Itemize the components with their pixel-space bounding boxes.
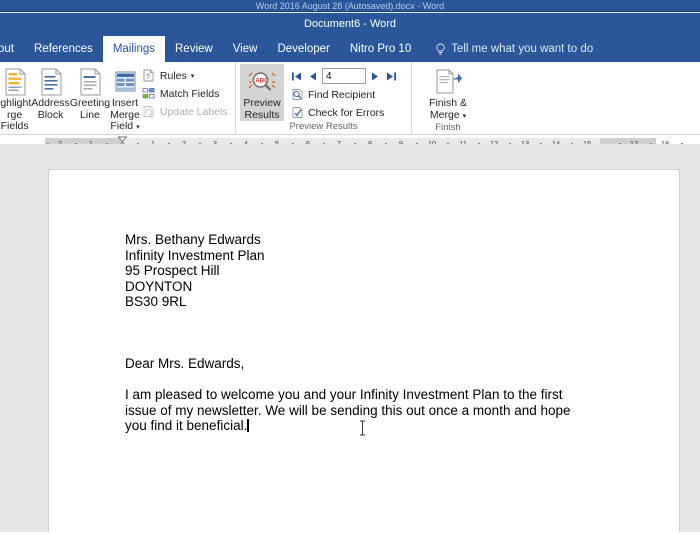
address-line-2: Infinity Investment Plan <box>125 247 265 263</box>
ribbon-group-finish: Finish & Merge ▾ Finish <box>412 62 484 134</box>
highlight-merge-fields-button[interactable]: ighlight rge Fields <box>0 64 31 133</box>
window-titlebar[interactable]: Document6 - Word <box>0 13 700 36</box>
rules-icon: ? <box>142 69 156 83</box>
lightbulb-icon <box>435 43 446 56</box>
group-label-preview-results: Preview Results <box>289 121 358 132</box>
find-recipient-button[interactable]: Find Recipient <box>288 86 398 103</box>
background-window-titlebar[interactable]: Word 2016 August 28 (Autosaved).docx - W… <box>0 0 700 12</box>
next-record-button[interactable] <box>369 69 382 83</box>
salutation-line: Dear Mrs. Edwards, <box>125 355 245 371</box>
svg-text:ABC: ABC <box>255 78 269 85</box>
text-caret <box>247 419 249 432</box>
insert-merge-field-button[interactable]: Insert Merge Field ▾ <box>110 64 140 134</box>
check-for-errors-button[interactable]: Check for Errors <box>288 104 398 121</box>
rules-label: Rules <box>159 69 187 82</box>
check-for-errors-icon <box>290 106 304 120</box>
last-record-button[interactable] <box>385 69 398 83</box>
ribbon-group-write-and-insert-fields: ighlight rge Fields Address Block Greeti… <box>0 62 236 145</box>
chevron-down-icon: ▾ <box>136 124 140 131</box>
rules-button[interactable]: ? Rules ▾ <box>140 67 232 84</box>
tab-nitro-pro-10[interactable]: Nitro Pro 10 <box>340 36 421 62</box>
address-line-3: 95 Prospect Hill <box>125 263 220 278</box>
mouse-ibeam-cursor <box>359 420 366 436</box>
tab-developer[interactable]: Developer <box>267 36 339 62</box>
background-window-title: Word 2016 August 28 (Autosaved).docx - W… <box>255 1 445 11</box>
address-line-1: Mrs. Bethany Edwards <box>125 232 261 247</box>
insert-merge-field-label: Insert Merge Field ▾ <box>110 97 140 132</box>
record-navigator <box>288 67 398 85</box>
address-block-icon <box>38 67 64 97</box>
address-block-button[interactable]: Address Block <box>31 64 70 121</box>
preview-results-label: Preview Results <box>243 97 281 121</box>
word-application-window: Word 2016 August 28 (Autosaved).docx - W… <box>0 0 700 545</box>
group-label-finish: Finish <box>435 122 461 133</box>
find-recipient-label: Find Recipient <box>308 88 376 101</box>
body-paragraph-text: I am pleased to welcome you and your Inf… <box>125 387 571 433</box>
ribbon-body: ighlight rge Fields Address Block Greeti… <box>0 62 700 145</box>
tab-mailings[interactable]: Mailings <box>102 36 165 62</box>
finish-and-merge-label: Finish & Merge ▾ <box>429 97 467 121</box>
preview-results-button[interactable]: ABC Preview Results <box>240 64 284 121</box>
update-labels-button: Update Labels <box>140 103 232 120</box>
chevron-down-icon: ▾ <box>190 72 195 80</box>
match-fields-label: Match Fields <box>159 87 220 100</box>
body-paragraph: I am pleased to welcome you and your Inf… <box>125 387 591 434</box>
highlight-merge-fields-label: ighlight rge Fields <box>0 97 32 132</box>
write-insert-small-buttons: ? Rules ▾ Match Fields Update Labels <box>140 64 232 120</box>
greeting-line-button[interactable]: Greeting Line <box>70 64 110 121</box>
previous-record-button[interactable] <box>306 69 319 83</box>
insert-merge-field-icon <box>112 67 138 97</box>
ribbon-group-preview-results: ABC Preview Results 4 Find Recipient Che… <box>236 62 412 134</box>
document-canvas[interactable]: Mrs. Bethany Edwards Infinity Investment… <box>0 144 700 532</box>
match-fields-icon <box>142 87 156 101</box>
ribbon-tabstrip: out References Mailings Review View Deve… <box>0 36 700 62</box>
update-labels-label: Update Labels <box>159 105 228 118</box>
find-recipient-icon <box>290 88 304 102</box>
chevron-down-icon: ▾ <box>462 112 467 120</box>
window-title: Document6 - Word <box>303 18 397 30</box>
tab-view[interactable]: View <box>223 36 268 62</box>
match-fields-button[interactable]: Match Fields <box>140 85 232 102</box>
highlight-merge-fields-icon <box>2 67 28 97</box>
preview-results-icon: ABC <box>247 67 277 97</box>
check-for-errors-label: Check for Errors <box>308 106 385 119</box>
first-record-button[interactable] <box>290 69 303 83</box>
address-line-4: DOYNTON <box>125 278 193 294</box>
svg-text:?: ? <box>146 74 150 81</box>
preview-results-controls: Find Recipient Check for Errors <box>288 64 398 121</box>
finish-and-merge-icon <box>433 67 463 97</box>
update-labels-icon <box>142 105 156 119</box>
finish-and-merge-button[interactable]: Finish & Merge ▾ <box>420 64 476 122</box>
address-block-label: Address Block <box>31 97 70 121</box>
greeting-line-label: Greeting Line <box>69 97 111 121</box>
document-page[interactable]: Mrs. Bethany Edwards Infinity Investment… <box>48 169 680 532</box>
tell-me-search[interactable]: Tell me what you want to do <box>435 36 593 62</box>
record-number-input[interactable] <box>322 68 366 84</box>
tell-me-label: Tell me what you want to do <box>451 43 594 55</box>
greeting-line-icon <box>77 67 103 97</box>
address-line-5: BS30 9RL <box>125 294 187 309</box>
tab-references[interactable]: References <box>24 36 103 62</box>
document-text-body[interactable]: Mrs. Bethany Edwards Infinity Investment… <box>125 232 625 434</box>
tab-layout-clipped[interactable]: out <box>0 36 24 62</box>
tab-review[interactable]: Review <box>165 36 223 62</box>
